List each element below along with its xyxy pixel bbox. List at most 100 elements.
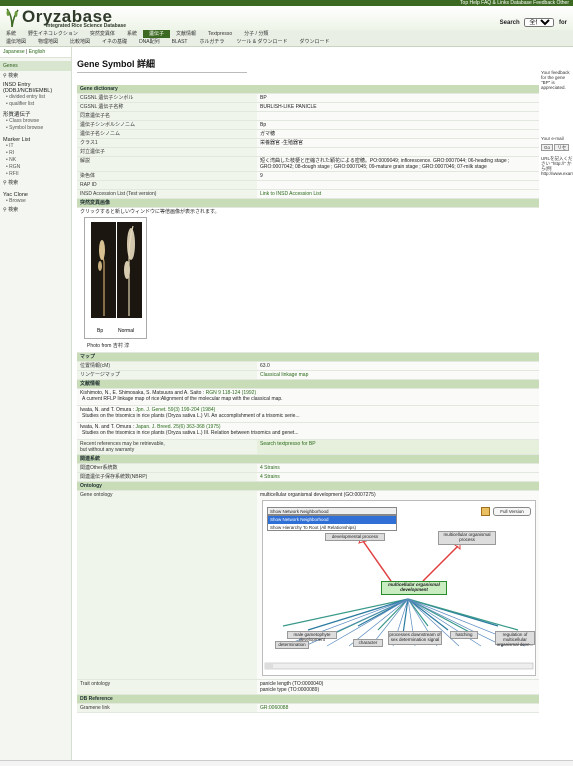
sidebar-search-1[interactable]: ⚲ 検索: [0, 71, 71, 80]
sidebar-item[interactable]: • Class browse: [0, 118, 71, 125]
table-row: クラス1 栄養器官 -生殖器官: [77, 138, 539, 148]
page-title: Gene Symbol 詳細: [77, 57, 247, 73]
row-value: Classical linkage map: [257, 370, 539, 380]
nav-item[interactable]: 比較地図: [64, 38, 96, 46]
section-header: 文献情報: [77, 379, 539, 389]
nav-item[interactable]: 系統: [121, 30, 143, 38]
nav-item[interactable]: 物理地図: [32, 38, 64, 46]
sidebar-item[interactable]: • RI: [0, 150, 71, 157]
feedback-reset-button[interactable]: リセ: [554, 144, 570, 151]
textpresso-link[interactable]: Search textpresso for BP: [260, 441, 316, 447]
nav-item[interactable]: Textpresso: [202, 30, 238, 38]
row-value: Search textpresso for BP: [257, 439, 539, 455]
sidebar-item[interactable]: • RGN: [0, 164, 71, 171]
row-key: 位置情報(cM): [77, 361, 257, 371]
sidebar-item[interactable]: • Symbol browse: [0, 125, 71, 132]
graph-node-b1[interactable]: male gametophyte development: [287, 631, 337, 642]
graph-node-b4[interactable]: regulation of multicellular organismal d…: [495, 631, 535, 647]
reference-title: Studies on the trisomics in rice plants …: [82, 413, 300, 419]
feedback-go-button[interactable]: Go: [541, 144, 554, 151]
sidebar-item[interactable]: • IT: [0, 143, 71, 150]
row-link[interactable]: 4 Strains: [260, 474, 280, 480]
row-value: [257, 147, 539, 157]
row-link[interactable]: Classical linkage map: [260, 372, 308, 378]
row-key: リンケージマップ: [77, 370, 257, 380]
table-row: CGSNL 遺伝子名称 BURLISH-LIKE PANICLE: [77, 102, 539, 112]
nav-item[interactable]: 系統: [0, 30, 22, 38]
table-row: INSD Accession List (Test version) Link t…: [77, 189, 539, 199]
graph-node-multi[interactable]: multicellular organismal process: [438, 531, 496, 545]
graph-node-b2[interactable]: processes downstream of sex determinatio…: [388, 631, 442, 645]
nav-item[interactable]: ツール & ダウンロード: [230, 38, 293, 46]
table-row: リンケージマップ Classical linkage map: [77, 370, 539, 380]
sidebar-item[interactable]: • NK: [0, 157, 71, 164]
nav-item[interactable]: ホルガチラ: [193, 38, 230, 46]
reference-row: Iwata, N. and T. Omura : Japan. J. Breed…: [77, 422, 539, 440]
nav-item[interactable]: 文献情報: [170, 30, 202, 38]
rice-logo-icon: [6, 8, 19, 28]
nav-item[interactable]: BLAST: [166, 38, 194, 46]
row-link[interactable]: Link to INSD Accession List: [260, 191, 321, 197]
row-key: 遺伝子名シノニム: [77, 129, 257, 139]
table-row: RAP ID: [77, 180, 539, 190]
graph-node-focus[interactable]: multicellular organismal development: [381, 581, 447, 595]
nav-item[interactable]: 遺伝地図: [0, 38, 32, 46]
graph-node-b6[interactable]: character: [353, 639, 383, 647]
nav-item[interactable]: 突然変異体: [84, 30, 121, 38]
table-row: CGSNL 遺伝子シンボル BP: [77, 93, 539, 103]
row-key: Gramene link: [77, 703, 257, 713]
row-value: 9: [257, 171, 539, 181]
mutant-image-thumbnail[interactable]: Bp Normal: [84, 217, 147, 339]
row-key: RAP ID: [77, 180, 257, 190]
sidebar-search-2[interactable]: ⚲ 検索: [0, 178, 71, 187]
trait-term: panicle type (TO:0000089): [260, 687, 320, 693]
nav-item[interactable]: イネの基礎: [96, 38, 133, 46]
sidebar-item[interactable]: • qualifier list: [0, 101, 71, 108]
graph-node-b3[interactable]: hatching: [450, 631, 478, 639]
graph-node-b5[interactable]: determination: [275, 641, 309, 649]
row-value: Bp: [257, 120, 539, 130]
sidebar-search-3[interactable]: ⚲ 検索: [0, 205, 71, 214]
row-value: BURLISH-LIKE PANICLE: [257, 102, 539, 112]
mutant-note: クリックすると新しいウィンドウに等倍画像が表示されます。: [80, 209, 220, 215]
horizontal-scrollbar[interactable]: [0, 760, 573, 766]
table-row: 遺伝子シンボルシノニム Bp: [77, 120, 539, 130]
logo-subtitle: Integrated Rice Science Database: [46, 23, 127, 29]
nav-row-1: 系統 野生イネコレクション 突然変異体 系統 遺伝子 文献情報 Textpresso 分子 /…: [0, 30, 573, 38]
mutant-image-row: クリックすると新しいウィンドウに等倍画像が表示されます。 Bp Normal Phot…: [77, 207, 539, 353]
feedback-text: Your feedback for the gene "BP" is appre…: [541, 70, 570, 90]
table-row: 遺伝子名シノニム ガマ穂: [77, 129, 539, 139]
nav-item[interactable]: 分子 / 分類: [238, 30, 274, 38]
nav-item[interactable]: 遺伝子: [142, 30, 170, 38]
bp-image-caption: Bp: [97, 328, 104, 334]
row-link[interactable]: GR:0060088: [260, 705, 288, 711]
row-key: Gene ontology: [77, 490, 257, 680]
graph-node-dev[interactable]: developmental process: [325, 533, 385, 541]
nav-row-2: 遺伝地図 物理地図 比較地図 イネの基礎 DNA配列 BLAST ホルガチラ ツール & ダウ…: [0, 38, 573, 46]
language-switch: Japanese | English: [0, 47, 71, 58]
row-value: 63.0: [257, 361, 539, 371]
table-row: 対立遺伝子: [77, 147, 539, 157]
section-header-label: Ontology: [77, 481, 539, 491]
row-key: 関連Other系統数: [77, 463, 257, 473]
row-link[interactable]: 4 Strains: [260, 465, 280, 471]
sidebar-item[interactable]: • RFII: [0, 171, 71, 178]
section-header: DB Reference: [77, 694, 539, 704]
section-header-label: 関連系統: [77, 454, 539, 464]
go-graph-viewer[interactable]: Show Network Neighborhood Show Network Ne…: [262, 500, 536, 676]
sidebar-item[interactable]: • Browse: [0, 198, 71, 205]
sidebar-genes[interactable]: Genes: [0, 61, 71, 71]
row-key: 関連遺伝子保存系統数(NBRP): [77, 472, 257, 482]
search-scope-select[interactable]: 全体: [524, 18, 555, 27]
trait-ontology-row: Trait ontology panicle length (TO:0000040…: [77, 679, 539, 695]
lang-english-link[interactable]: English: [29, 49, 45, 55]
sidebar-item[interactable]: • divided entry list: [0, 94, 71, 101]
nav-item[interactable]: DNA配列: [133, 38, 166, 46]
main-content: Gene Symbol 詳細 Gene dictionary CGSNL 遺伝子シ…: [77, 57, 539, 713]
main-nav: 系統 野生イネコレクション 突然変異体 系統 遺伝子 文献情報 Textpresso 分子 /…: [0, 30, 573, 47]
lang-japanese-link[interactable]: Japanese: [3, 49, 25, 55]
go-term: multicellular organismal development (GO…: [260, 492, 376, 498]
nav-item[interactable]: 野生イネコレクション: [22, 30, 84, 38]
nav-item[interactable]: ダウンロード: [293, 38, 335, 46]
table-row: 関連Other系統数 4 Strains: [77, 463, 539, 473]
